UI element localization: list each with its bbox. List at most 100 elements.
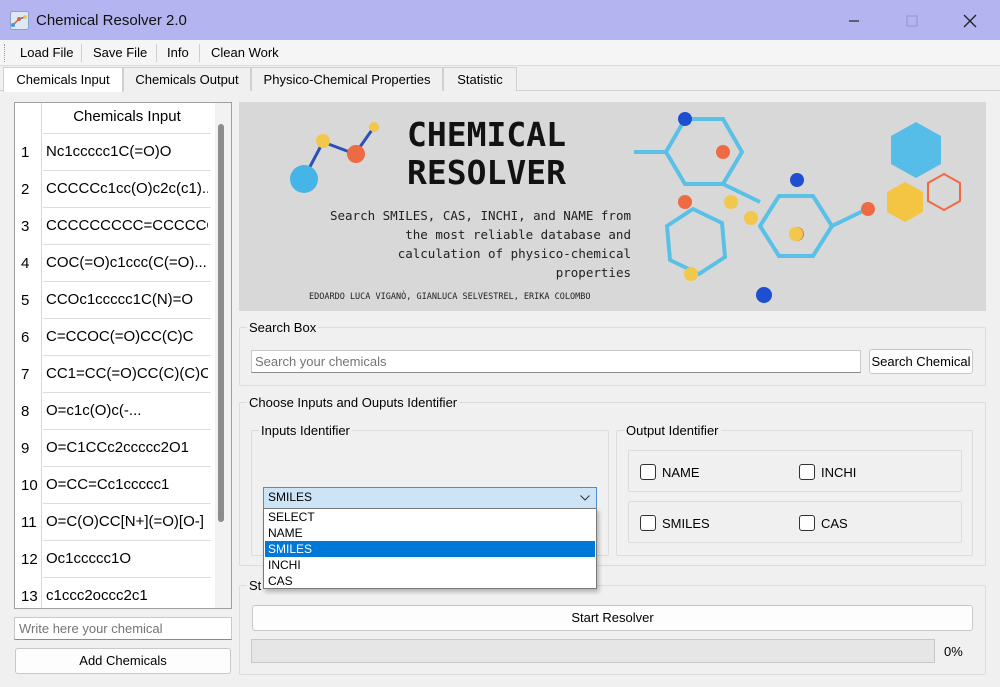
menu-clean-work[interactable]: Clean Work — [209, 45, 281, 63]
menu-info[interactable]: Info — [165, 45, 191, 63]
minimize-icon — [849, 20, 859, 22]
chevron-down-icon — [580, 495, 590, 501]
row-divider — [43, 281, 211, 282]
row-number: 4 — [21, 255, 30, 272]
smiles-checkbox-label: SMILES — [662, 516, 710, 531]
progress-label: 0% — [944, 644, 963, 659]
banner-subtitle-line: the most reliable database and — [405, 227, 631, 242]
row-number: 11 — [21, 514, 37, 531]
input-identifier-select[interactable]: SMILES — [263, 487, 597, 509]
row-number: 5 — [21, 292, 30, 309]
tab-chemicals-input[interactable]: Chemicals Input — [3, 67, 123, 92]
identifiers-title: Choose Inputs and Ouputs Identifier — [247, 395, 460, 410]
resolver-progress-bar — [251, 639, 935, 663]
chemical-cell[interactable]: O=c1c(O)c(-... — [46, 402, 208, 419]
banner-subtitle-line: Search SMILES, CAS, INCHI, and NAME from — [329, 208, 631, 223]
maximize-icon — [906, 15, 918, 27]
banner-subtitle: Search SMILES, CAS, INCHI, and NAME from… — [279, 206, 631, 282]
close-icon — [963, 14, 977, 28]
chemical-cell[interactable]: CCCCCCCCC=CCCCCC... — [46, 217, 208, 234]
identifier-dropdown: SELECT NAME SMILES INCHI CAS — [263, 508, 597, 589]
row-divider — [43, 318, 211, 319]
tab-physico-chemical-properties[interactable]: Physico-Chemical Properties — [251, 67, 443, 91]
banner-subtitle-line: calculation of physico-chemical — [397, 246, 631, 261]
row-divider — [43, 133, 211, 134]
row-number-column — [15, 103, 42, 608]
row-divider — [43, 540, 211, 541]
cas-checkbox-label: CAS — [821, 516, 848, 531]
banner-title-line1: CHEMICAL — [407, 115, 566, 154]
row-divider — [43, 244, 211, 245]
chemical-cell[interactable]: COC(=O)c1ccc(C(=O)... — [46, 254, 208, 271]
tab-chemicals-output[interactable]: Chemicals Output — [123, 67, 251, 91]
menu-separator — [156, 44, 157, 62]
search-chemical-button[interactable]: Search Chemical — [869, 349, 973, 374]
smiles-checkbox[interactable] — [640, 515, 656, 531]
chemical-cell[interactable]: CC1=CC(=O)CC(C)(C)C1 — [46, 365, 208, 382]
dropdown-option-cas[interactable]: CAS — [265, 573, 595, 589]
menu-grip — [4, 44, 7, 62]
search-box-title: Search Box — [247, 320, 319, 335]
tab-statistic[interactable]: Statistic — [443, 67, 517, 91]
row-number: 6 — [21, 329, 30, 346]
row-number: 13 — [21, 588, 38, 605]
chemical-cell[interactable]: Nc1ccccc1C(=O)O — [46, 143, 208, 160]
chemical-cell[interactable]: C=CCOC(=O)CC(C)C — [46, 328, 208, 345]
chemical-cell[interactable]: c1ccc2occc2c1 — [46, 587, 208, 604]
chemical-cell[interactable]: O=CC=Cc1ccccc1 — [46, 476, 208, 493]
inchi-checkbox-label: INCHI — [821, 465, 857, 480]
row-divider — [43, 355, 211, 356]
chemical-input-field[interactable] — [14, 617, 232, 640]
chemicals-input-header: Chemicals Input — [73, 108, 181, 125]
menu-bar — [0, 40, 1000, 66]
row-divider — [43, 207, 211, 208]
chemical-cell[interactable]: Oc1ccccc1O — [46, 550, 208, 567]
maximize-button[interactable] — [889, 6, 935, 36]
dropdown-option-smiles[interactable]: SMILES — [265, 541, 595, 557]
row-number: 9 — [21, 440, 30, 457]
row-divider — [43, 392, 211, 393]
menu-save-file[interactable]: Save File — [91, 45, 149, 63]
window-title: Chemical Resolver 2.0 — [36, 12, 187, 29]
add-chemicals-button[interactable]: Add Chemicals — [15, 648, 231, 674]
inchi-checkbox[interactable] — [799, 464, 815, 480]
banner-title-line2: RESOLVER — [407, 153, 566, 192]
close-window-button[interactable] — [947, 6, 993, 36]
banner-authors: EDOARDO LUCA VIGANÒ, GIANLUCA SELVESTREL… — [309, 292, 591, 302]
resolver-title: St — [247, 578, 264, 593]
row-number: 3 — [21, 218, 30, 235]
banner-subtitle-line: properties — [555, 265, 631, 280]
search-input[interactable] — [251, 350, 861, 373]
dropdown-option-inchi[interactable]: INCHI — [265, 557, 595, 573]
app-icon — [10, 11, 29, 30]
selected-identifier: SMILES — [268, 490, 313, 504]
chemical-cell[interactable]: O=C(O)CC[N+](=O)[O-] — [46, 513, 208, 530]
row-divider — [43, 429, 211, 430]
row-number: 7 — [21, 366, 30, 383]
name-checkbox[interactable] — [640, 464, 656, 480]
chemical-cell[interactable]: CCCCCc1cc(O)c2c(c1)... — [46, 180, 208, 197]
row-divider — [43, 466, 211, 467]
menu-load-file[interactable]: Load File — [18, 45, 75, 63]
row-divider — [43, 577, 211, 578]
inputs-identifier-title: Inputs Identifier — [259, 423, 352, 438]
dropdown-option-name[interactable]: NAME — [265, 525, 595, 541]
minimize-button[interactable] — [831, 6, 877, 36]
start-resolver-button[interactable]: Start Resolver — [252, 605, 973, 631]
chemical-resolver-banner: CHEMICAL RESOLVER Search SMILES, CAS, IN… — [239, 102, 986, 311]
cas-checkbox[interactable] — [799, 515, 815, 531]
row-number: 10 — [21, 477, 38, 494]
chemical-cell[interactable]: CCOc1ccccc1C(N)=O — [46, 291, 208, 308]
list-scrollbar-thumb[interactable] — [218, 124, 224, 522]
name-checkbox-label: NAME — [662, 465, 700, 480]
output-identifier-title: Output Identifier — [624, 423, 721, 438]
row-number: 8 — [21, 403, 30, 420]
row-divider — [43, 503, 211, 504]
row-number: 2 — [21, 181, 30, 198]
menu-separator — [199, 44, 200, 62]
row-number: 1 — [21, 144, 30, 161]
dropdown-option-select[interactable]: SELECT — [265, 509, 595, 525]
row-number: 12 — [21, 551, 38, 568]
chemical-cell[interactable]: O=C1CCc2ccccc2O1 — [46, 439, 208, 456]
menu-separator — [81, 44, 82, 62]
